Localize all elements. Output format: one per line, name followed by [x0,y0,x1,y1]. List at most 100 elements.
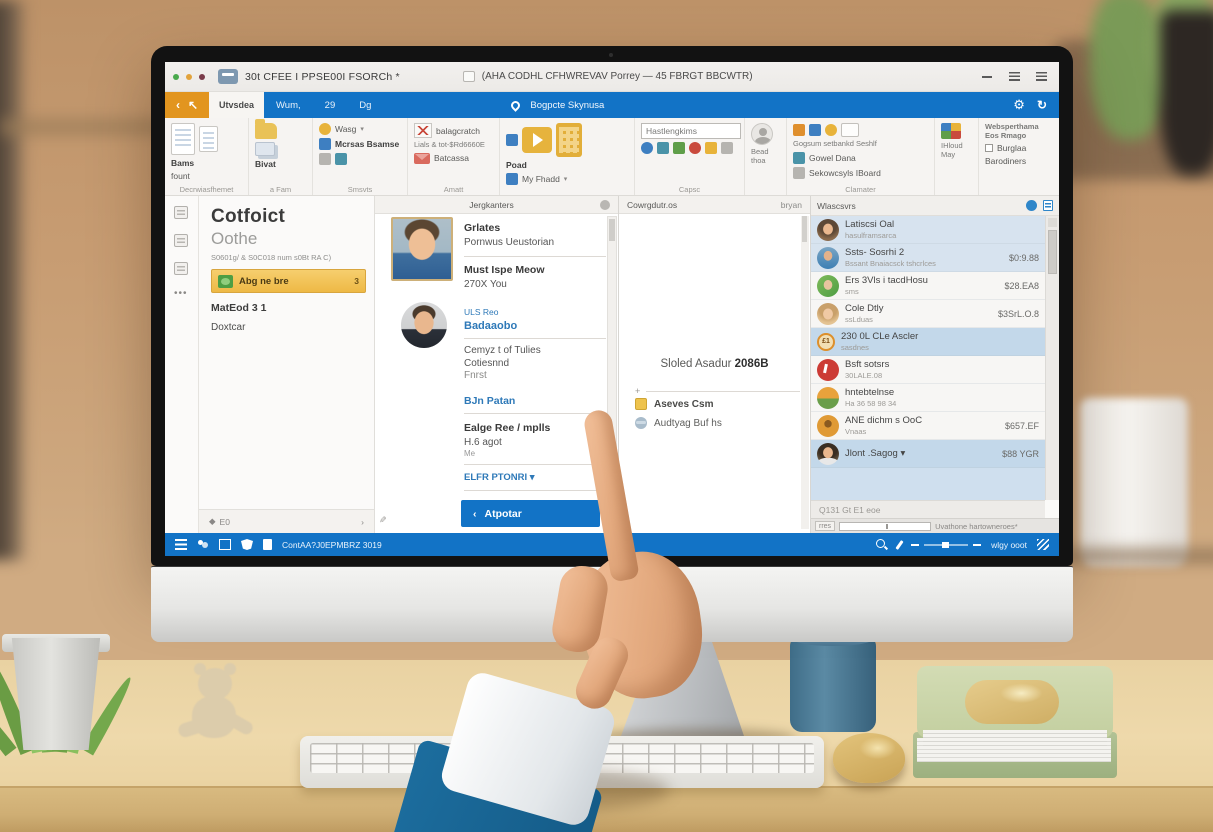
add-field-row: + [635,386,800,396]
monitor-chin [151,566,1073,642]
share-icon-1[interactable] [793,124,805,136]
tab-active[interactable]: Utvsdea [209,92,264,118]
chat-icon[interactable] [335,153,347,165]
resize-grip-icon[interactable] [1037,539,1049,550]
contact-link-big[interactable]: Badaaobo [464,320,604,332]
expand-icon[interactable]: › [361,517,364,527]
menu-button[interactable] [1031,70,1051,84]
list-view-icon[interactable] [1043,200,1053,211]
tool-icon-5[interactable] [705,142,717,154]
tool-icon-4[interactable] [689,142,701,154]
folder-item-selected[interactable]: Abg ne bre 3 [211,269,366,293]
card-view-icon[interactable] [556,123,582,157]
contact-link[interactable]: BJn Patan [464,395,604,407]
detail-list-item[interactable]: Aseves Csm [635,398,802,410]
notebook-stack [913,666,1117,786]
data-icon[interactable] [793,152,805,164]
zoom-status-text: wlgy ooot [991,540,1027,550]
chart-shortcut-icon[interactable] [174,262,188,275]
folder-icon[interactable] [255,123,277,139]
person-row-selected[interactable]: £1 230 0L CLe Asclersasdnes [811,328,1045,356]
more-icon[interactable] [319,153,331,165]
list-status-icon[interactable] [175,539,187,550]
cards-icon[interactable] [255,142,275,156]
board-icon[interactable] [841,123,859,137]
contact-field: Ealge Ree / mplls [464,422,604,434]
cloud-grid-icon[interactable] [941,123,961,139]
contact-photo-circle[interactable] [401,302,447,348]
folder-item[interactable]: Doxtcar [211,322,374,333]
tool-icon-3[interactable] [673,142,685,154]
new-item-icon[interactable] [199,126,218,152]
address-book-icon[interactable] [751,123,773,145]
restore-button[interactable] [1004,70,1024,84]
zoom-thumb[interactable] [942,542,949,548]
contacts-scrollbar[interactable] [607,216,617,499]
menu-item-2[interactable]: 29 [313,92,348,118]
new-contact-icon[interactable] [171,123,195,155]
envelope-icon[interactable] [414,153,430,164]
contact-role: Pornwus Ueustorian [464,237,604,248]
mail-shortcut-icon[interactable] [174,206,188,219]
info-icon[interactable] [1026,200,1037,211]
pencil-icon[interactable]: ✎ [376,516,387,524]
tool-icon-6[interactable] [721,142,733,154]
person-row[interactable]: hntebtelnseHa 36 58 98 34 [811,384,1045,412]
hscroll-track[interactable] [839,522,931,531]
person-row[interactable]: Bsft sotsrs30LALE.08 [811,356,1045,384]
gear-icon[interactable]: ⚙ [1003,92,1035,118]
grid-status-icon[interactable] [219,539,231,550]
contact-link-small[interactable]: ULS Reo [464,307,604,317]
pen-icon[interactable] [895,540,903,550]
people-scrollbar[interactable] [1045,216,1059,500]
person-row[interactable]: Latiscsi Oalhasulframsarca [811,216,1045,244]
picture-icon[interactable] [414,123,432,138]
tool-icon-2[interactable] [657,142,669,154]
avatar [817,415,839,437]
window-subtitle: (AHA CODHL CFHWREVAV Porrey — 45 FBRGT B… [482,71,753,82]
email-icon[interactable] [319,138,331,150]
sync-icon[interactable]: ↻ [1035,92,1059,118]
meeting-icon[interactable] [319,123,331,135]
picture-shortcut-icon[interactable] [174,234,188,247]
tool-icon-1[interactable] [641,142,653,154]
person-row[interactable]: ANE dichm s OoCVnaas $657.EF [811,412,1045,440]
share-icon-2[interactable] [809,124,821,136]
contact-link-caps[interactable]: ELFR PTONRI ▾ [464,472,604,483]
panel-icon[interactable] [793,167,805,179]
detail-scrollbar[interactable] [801,216,809,529]
action-button[interactable]: ‹ Atpotar [461,500,600,527]
plus-icon[interactable]: + [635,386,640,396]
person-row[interactable]: Ssts- Sosrhi 2Bssant Bnaiacsck tshcrlces… [811,244,1045,272]
menu-item-3[interactable]: Dg [347,92,383,118]
checkbox-icon[interactable] [985,144,993,152]
shield-icon[interactable] [241,539,253,550]
view-icon[interactable] [506,134,518,146]
search-bar[interactable]: Bogpcte Skynusa [522,92,612,118]
person-row[interactable]: Cole DtlyssLduas $3SrL.O.8 [811,300,1045,328]
search-icon[interactable] [876,539,888,551]
video-icon[interactable] [522,127,552,153]
ribbon-search-input[interactable]: Hastlengkims [641,123,741,139]
person-row[interactable]: Ers 3Vls i tacdHosusms $28.EA8 [811,272,1045,300]
up-arrow-icon: ↖ [188,98,198,112]
people-status-icon[interactable] [197,539,209,550]
menu-item-1[interactable]: Wum, [264,92,313,118]
contact-photo-square[interactable] [391,217,453,281]
list-view-icon[interactable] [506,173,518,185]
document-status-icon[interactable] [263,539,272,550]
minimize-button[interactable] [977,70,997,84]
left-arrow-icon: ‹ [473,508,477,520]
back-button[interactable]: ‹ ↖ [165,92,209,118]
avatar [817,387,839,409]
folder-item[interactable]: MatEod 3 1 [211,302,374,314]
contact-card-pane: Jergkanters Grlates Pornwus Ueustorian M… [375,196,619,533]
share-icon-3[interactable] [825,124,837,136]
contact-field: Cotiesnnd [464,358,604,369]
zoom-slider[interactable] [911,544,981,546]
contact-portrait[interactable] [659,222,771,334]
person-row-selected[interactable]: Jlont .Sagog ▾ $88 YGR [811,440,1045,468]
person-icon[interactable] [600,200,610,210]
detail-list-item[interactable]: Audtyag Buf hs [635,417,802,429]
more-shortcuts-icon[interactable]: ••• [174,288,188,299]
